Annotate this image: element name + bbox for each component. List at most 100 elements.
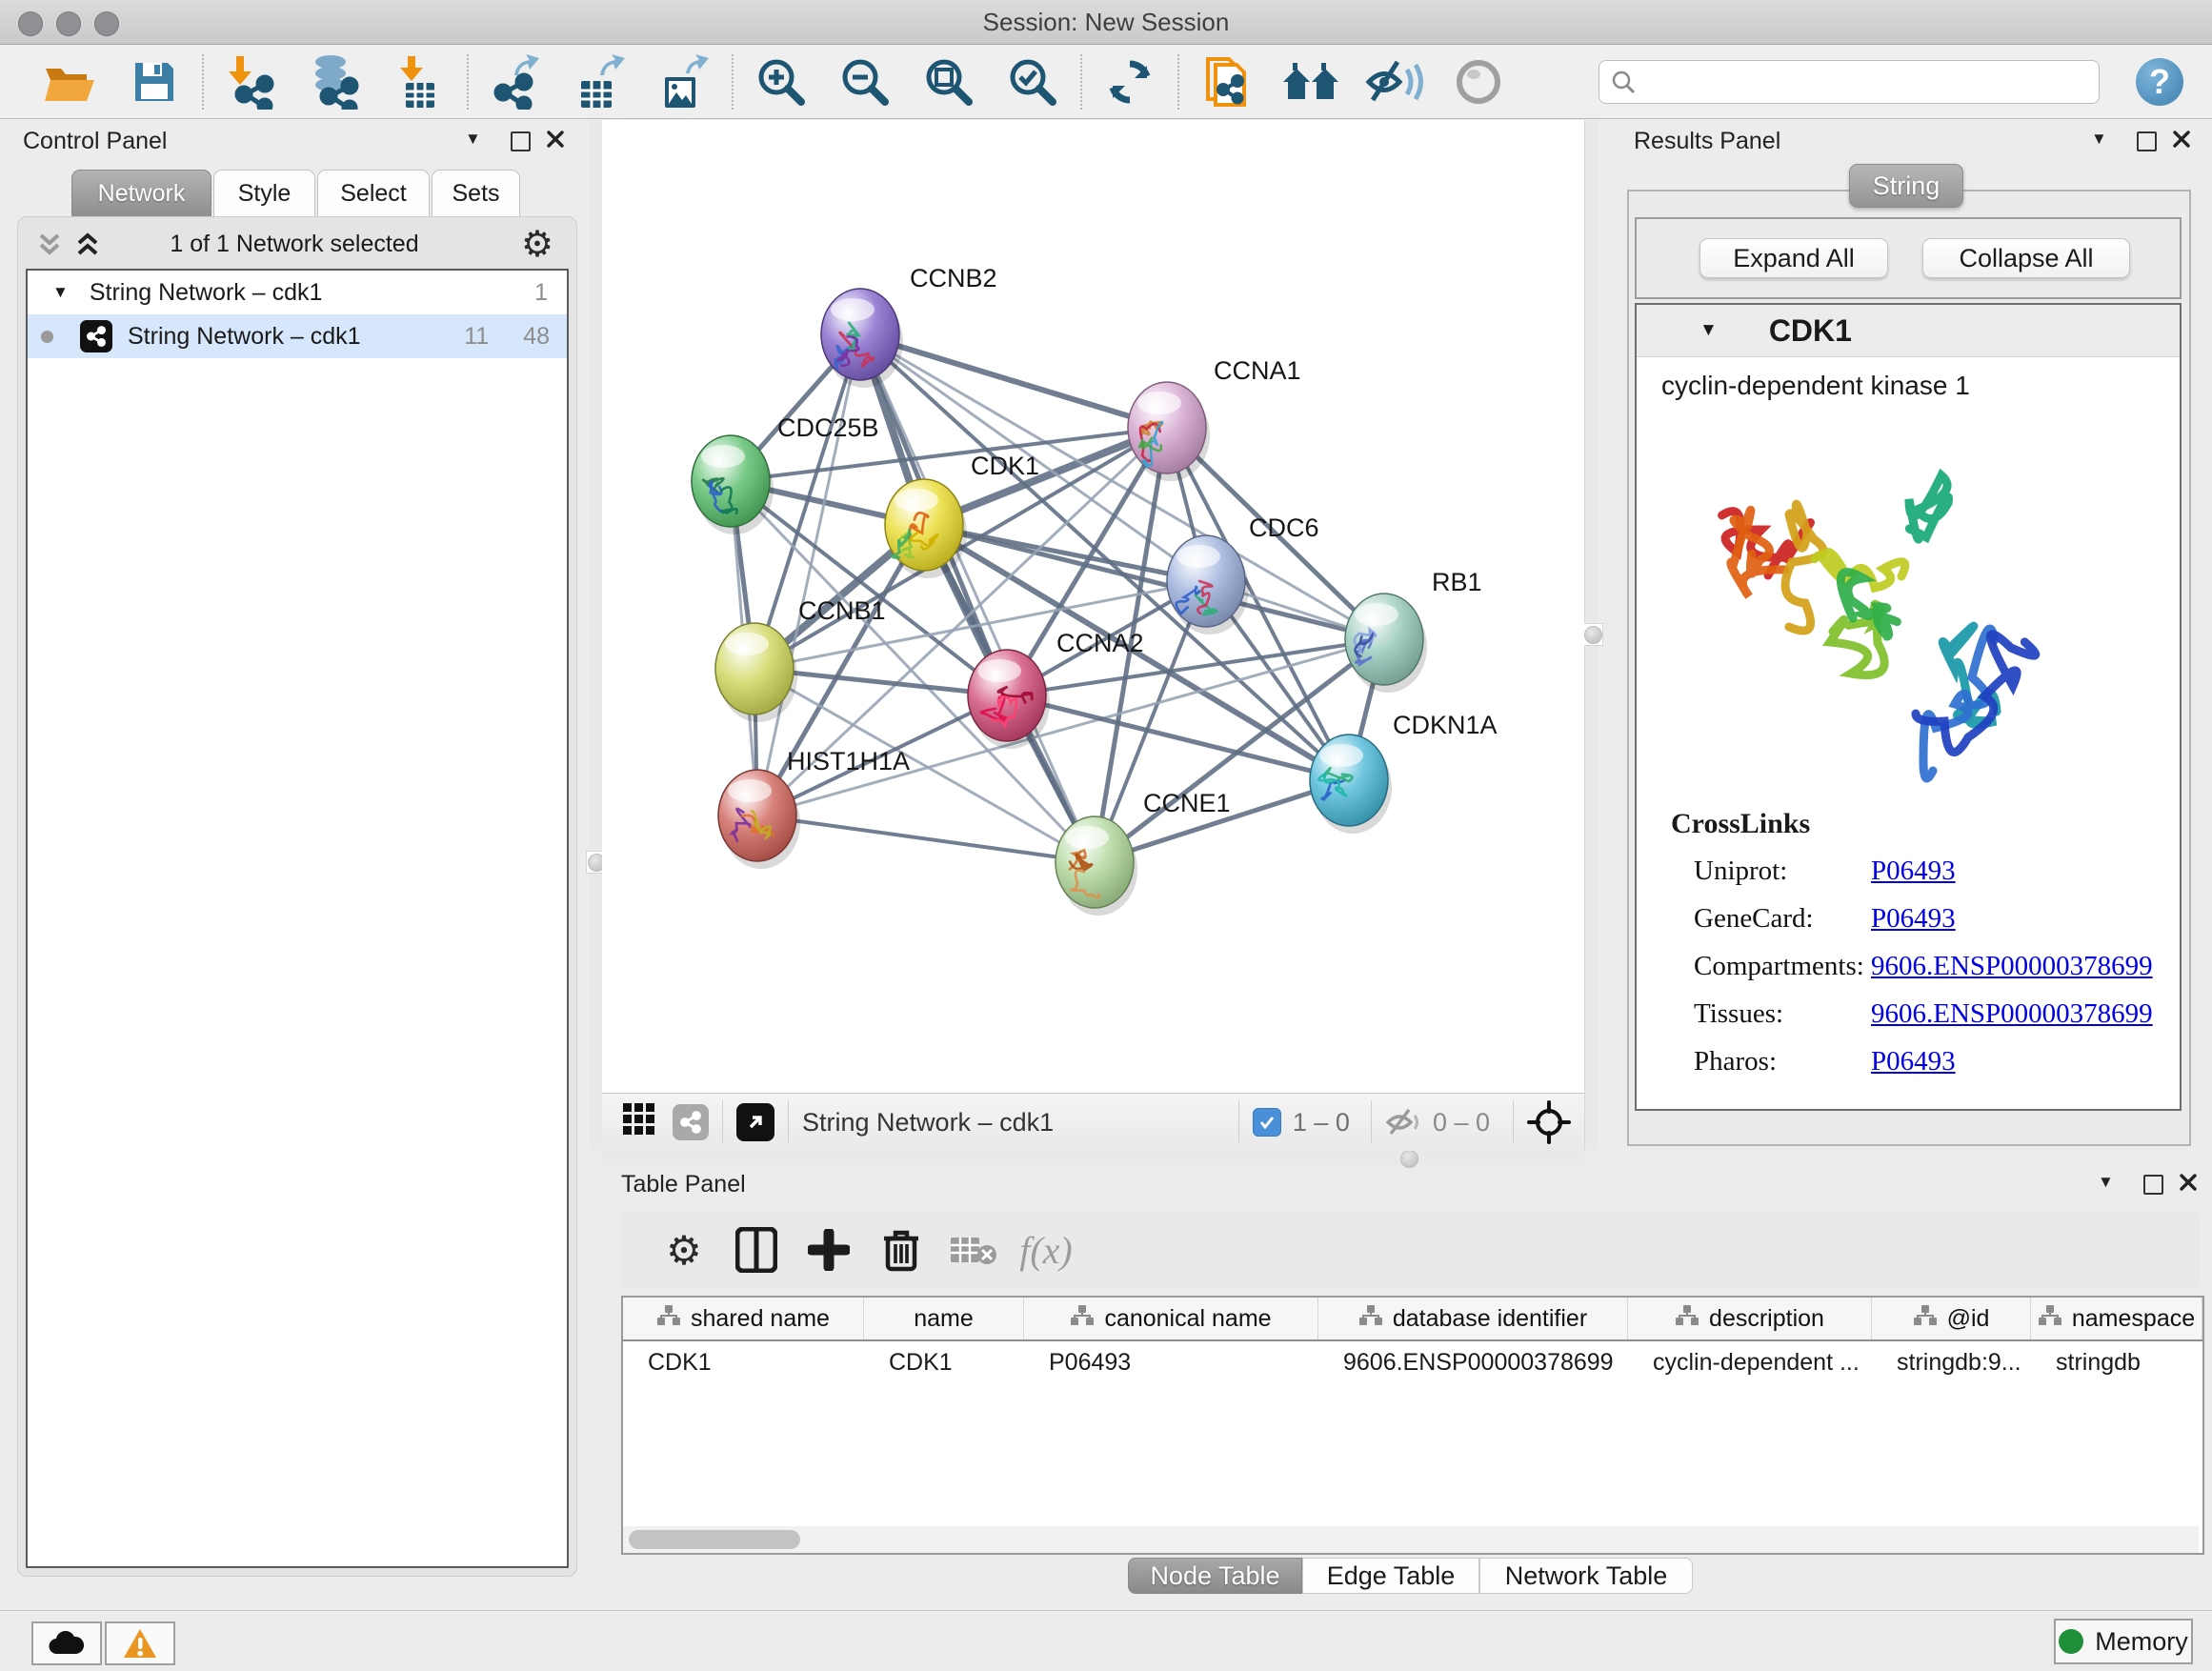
tab-style[interactable]: Style	[213, 170, 315, 217]
warnings-button[interactable]	[105, 1621, 175, 1665]
horizontal-splitter[interactable]	[602, 1150, 1584, 1165]
selected-indicator-checkbox[interactable]	[1253, 1108, 1281, 1137]
birdseye-view-button[interactable]	[736, 1103, 774, 1141]
network-node-ccne1[interactable]: CCNE1	[1056, 789, 1231, 916]
network-node-rb1[interactable]: RB1	[1345, 568, 1482, 693]
gene-collapse-arrow[interactable]: ▼	[1699, 320, 1718, 341]
import-table-button[interactable]	[377, 50, 461, 113]
crosslink-value-link[interactable]: 9606.ENSP00000378699	[1871, 998, 2153, 1030]
results-panel-close-button[interactable]	[2171, 129, 2192, 154]
collection-expand-arrow[interactable]: ▼	[52, 283, 69, 302]
export-table-button[interactable]	[558, 50, 642, 113]
tab-edge-table[interactable]: Edge Table	[1302, 1558, 1479, 1594]
network-row-selected[interactable]: String Network – cdk1 11 48	[28, 314, 567, 358]
network-edge[interactable]	[757, 815, 1095, 862]
network-collection-row[interactable]: ▼ String Network – cdk1 1	[28, 271, 567, 314]
collapse-all-networks-button[interactable]	[35, 232, 64, 262]
string-network-graph[interactable]: CCNB2CCNA1CDC25BCDK1CDC6RB1CCNB1CCNA2CDK…	[602, 120, 1584, 1093]
table-cell[interactable]: CDK1	[623, 1341, 864, 1383]
collapse-all-button[interactable]: Collapse All	[1922, 238, 2130, 278]
column-header-database-identifier[interactable]: database identifier	[1318, 1298, 1628, 1339]
column-header-shared-name[interactable]: shared name	[623, 1298, 864, 1339]
table-panel-menu-button[interactable]: ▼	[2098, 1173, 2114, 1192]
tab-select[interactable]: Select	[317, 170, 430, 217]
crosslink-row: Uniprot:P06493	[1694, 856, 2180, 887]
column-header-name[interactable]: name	[864, 1298, 1024, 1339]
hide-selected-button[interactable]	[1353, 50, 1437, 113]
table-cell[interactable]: cyclin-dependent ...	[1628, 1341, 1872, 1383]
network-edge[interactable]	[757, 334, 860, 815]
import-network-database-button[interactable]	[293, 50, 377, 113]
network-node-hist1h1a[interactable]: HIST1H1A	[718, 747, 910, 869]
hidden-eye-slash-icon	[1385, 1108, 1423, 1137]
right-splitter-handle[interactable]	[1584, 626, 1602, 644]
expand-all-networks-button[interactable]	[73, 232, 102, 262]
control-panel-menu-button[interactable]: ▼	[465, 130, 481, 149]
scrollbar-thumb[interactable]	[629, 1530, 800, 1549]
table-settings-gear-icon[interactable]: ⚙	[648, 1222, 720, 1278]
zoom-in-button[interactable]	[739, 50, 823, 113]
network-edge[interactable]	[860, 334, 1095, 862]
birdseye-home-button[interactable]	[1269, 50, 1353, 113]
memory-label: Memory	[2095, 1627, 2188, 1657]
cloud-status-button[interactable]	[31, 1621, 102, 1665]
table-cell[interactable]: stringdb	[2031, 1341, 2202, 1383]
crosslink-value-link[interactable]: P06493	[1871, 856, 1956, 887]
table-cell[interactable]: CDK1	[864, 1341, 1024, 1383]
table-row[interactable]: CDK1CDK1P064939606.ENSP00000378699cyclin…	[623, 1341, 2202, 1383]
import-network-file-button[interactable]	[210, 50, 293, 113]
right-splitter[interactable]	[1584, 120, 1599, 1150]
memory-button[interactable]: Memory	[2054, 1619, 2193, 1664]
table-horizontal-scrollbar[interactable]	[623, 1526, 2199, 1553]
clone-network-button[interactable]	[1185, 50, 1269, 113]
delete-column-button[interactable]	[865, 1222, 937, 1278]
grid-view-button[interactable]	[623, 1103, 655, 1142]
column-header--id[interactable]: @id	[1872, 1298, 2031, 1339]
column-header-canonical-name[interactable]: canonical name	[1024, 1298, 1318, 1339]
table-cell[interactable]: 9606.ENSP00000378699	[1318, 1341, 1628, 1383]
show-all-button[interactable]	[1437, 50, 1520, 113]
table-panel-close-button[interactable]	[2178, 1172, 2199, 1198]
zoom-fit-button[interactable]	[907, 50, 991, 113]
control-panel-float-button[interactable]	[511, 131, 531, 156]
column-header-description[interactable]: description	[1628, 1298, 1872, 1339]
export-network-button[interactable]	[474, 50, 558, 113]
network-edge[interactable]	[860, 334, 1167, 428]
export-image-button[interactable]	[642, 50, 726, 113]
zoom-out-button[interactable]	[823, 50, 907, 113]
crosslink-value-link[interactable]: 9606.ENSP00000378699	[1871, 951, 2153, 982]
node-label-ccnb2: CCNB2	[910, 264, 997, 292]
tab-node-table[interactable]: Node Table	[1128, 1558, 1302, 1594]
tab-sets[interactable]: Sets	[432, 170, 520, 217]
help-button[interactable]: ?	[2136, 58, 2183, 106]
gene-section-header[interactable]: ▼ CDK1	[1637, 305, 2180, 357]
crosslink-label: GeneCard:	[1694, 903, 1871, 935]
search-input[interactable]	[1636, 68, 2087, 96]
tab-network-table[interactable]: Network Table	[1479, 1558, 1693, 1594]
control-panel-close-button[interactable]	[545, 129, 566, 154]
tab-string-results[interactable]: String	[1849, 164, 1963, 208]
network-view-button[interactable]	[673, 1104, 709, 1140]
column-header-namespace[interactable]: namespace	[2031, 1298, 2202, 1339]
save-session-button[interactable]	[112, 50, 196, 113]
expand-all-button[interactable]: Expand All	[1699, 238, 1888, 278]
center-view-crosshair-button[interactable]	[1527, 1100, 1571, 1144]
open-session-button[interactable]	[29, 50, 112, 113]
network-node-cdkn1a[interactable]: CDKN1A	[1310, 711, 1498, 834]
zoom-selected-button[interactable]	[991, 50, 1075, 113]
results-panel-float-button[interactable]	[2137, 131, 2157, 156]
refresh-button[interactable]	[1088, 50, 1172, 113]
crosslink-value-link[interactable]: P06493	[1871, 903, 1956, 935]
table-cell[interactable]: P06493	[1024, 1341, 1318, 1383]
tab-network[interactable]: Network	[71, 170, 211, 217]
network-node-ccna1[interactable]: CCNA1	[1128, 356, 1301, 481]
results-panel-menu-button[interactable]: ▼	[2091, 130, 2107, 149]
show-columns-button[interactable]	[720, 1222, 793, 1278]
left-splitter[interactable]	[589, 120, 603, 1150]
table-panel-float-button[interactable]	[2143, 1175, 2163, 1199]
create-column-button[interactable]	[793, 1222, 865, 1278]
network-canvas[interactable]: CCNB2CCNA1CDC25BCDK1CDC6RB1CCNB1CCNA2CDK…	[602, 120, 1584, 1093]
table-cell[interactable]: stringdb:9...	[1872, 1341, 2031, 1383]
crosslink-value-link[interactable]: P06493	[1871, 1046, 1956, 1077]
network-options-gear-icon[interactable]: ⚙	[521, 223, 553, 266]
